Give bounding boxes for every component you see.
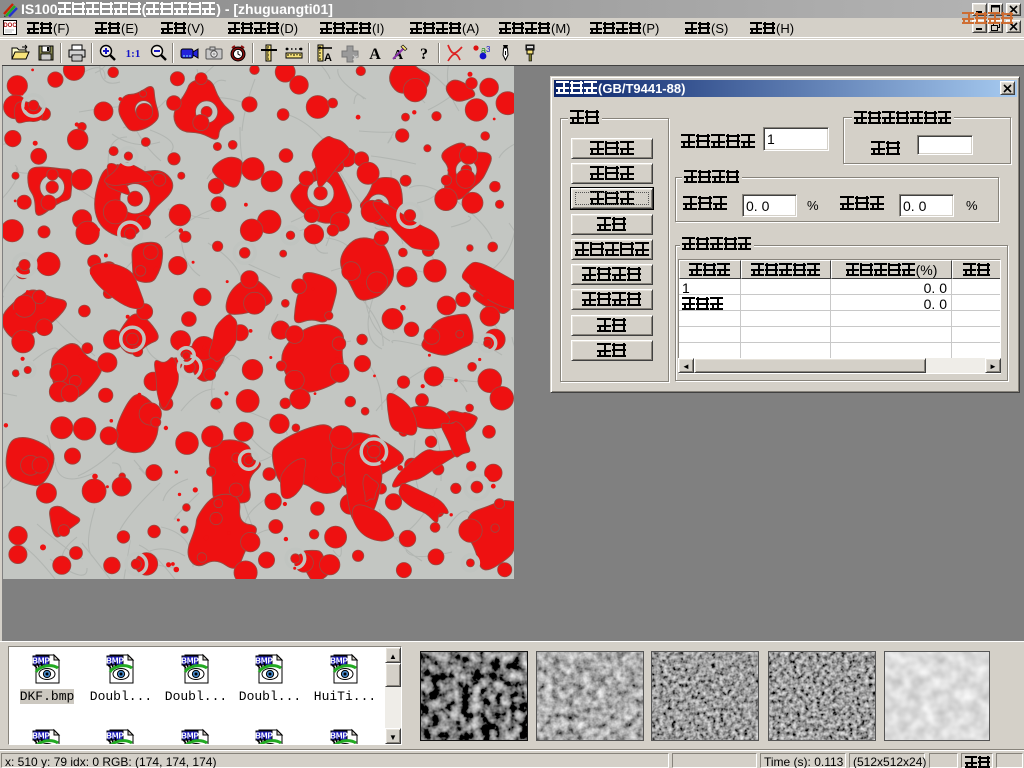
svg-text:A: A	[369, 46, 381, 63]
svg-text:3: 3	[486, 45, 490, 54]
svg-text:?: ?	[420, 46, 428, 63]
svg-text:A: A	[324, 52, 332, 63]
svg-text:DOC: DOC	[3, 23, 17, 29]
svg-text:1:1: 1:1	[126, 48, 141, 60]
